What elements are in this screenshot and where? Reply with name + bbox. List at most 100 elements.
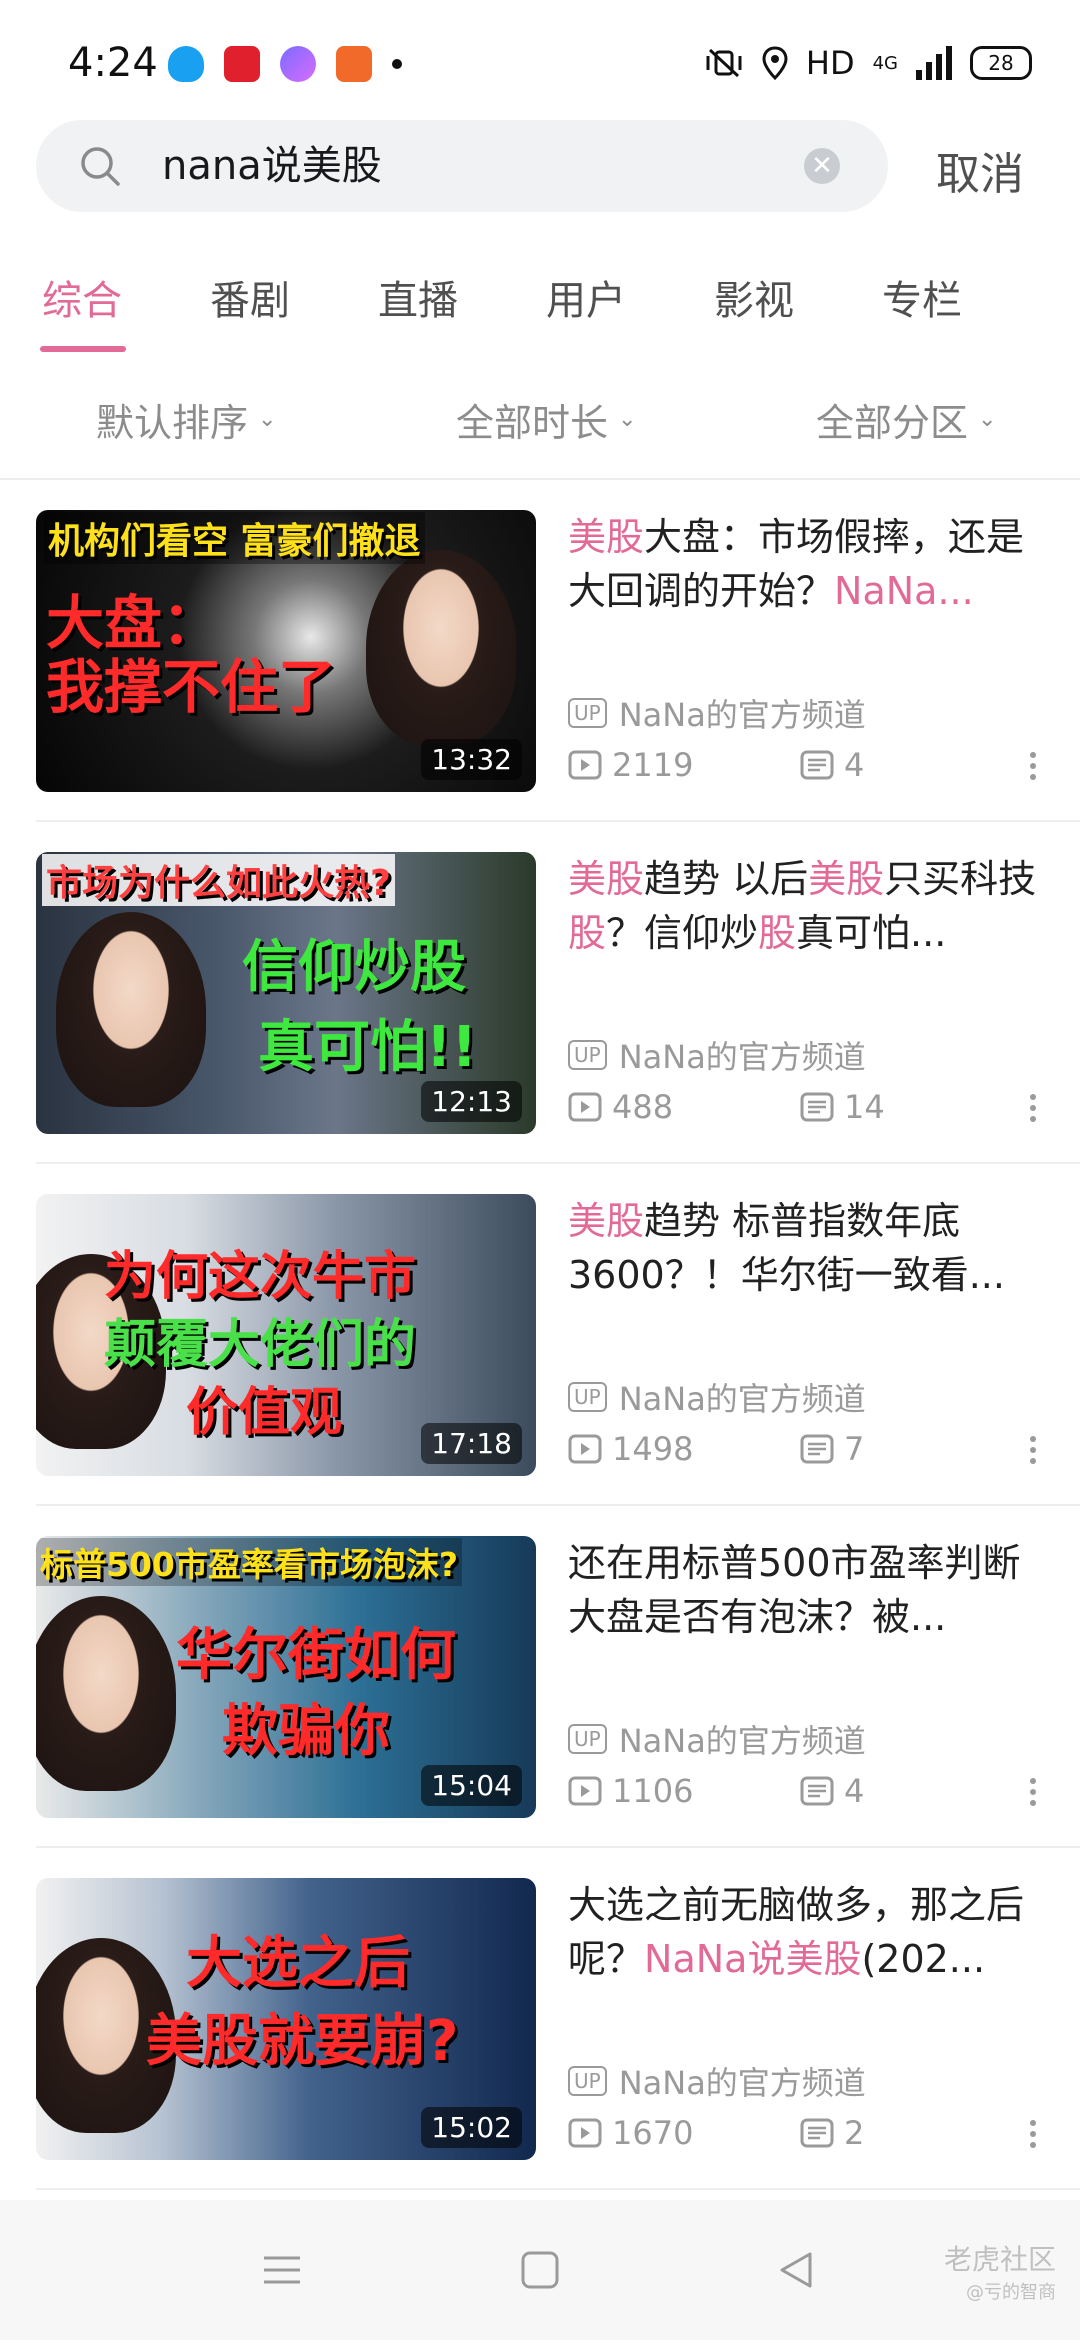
danmaku-icon	[800, 1092, 834, 1122]
system-nav-bar	[0, 2200, 1080, 2340]
video-title[interactable]: 还在用标普500市盈率判断大盘是否有泡沫？被...	[568, 1536, 1048, 1644]
danmaku-count-value: 4	[844, 1772, 865, 1810]
category-filter[interactable]: 全部分区 ⌄	[816, 392, 996, 447]
view-count: 1670	[568, 2114, 693, 2152]
more-options-icon[interactable]	[1018, 746, 1048, 786]
video-title[interactable]: 美股大盘：市场假摔，还是大回调的开始？NaNa...	[568, 510, 1048, 618]
video-duration: 15:02	[421, 2107, 522, 2148]
danmaku-icon	[800, 750, 834, 780]
uploader-line[interactable]: UP NaNa的官方频道	[568, 690, 866, 736]
network-type: 4G	[872, 52, 898, 74]
tab-live[interactable]: 直播	[378, 268, 458, 326]
thumbnail-caption: 华尔街如何	[176, 1623, 456, 1688]
search-input[interactable]: nana说美股 ✕	[36, 120, 888, 212]
danmaku-count-value: 7	[844, 1430, 865, 1468]
more-options-icon[interactable]	[1018, 1088, 1048, 1128]
tab-bangumi[interactable]: 番剧	[210, 268, 290, 326]
video-thumbnail[interactable]: 机构们看空 富豪们撤退 大盘： 我撑不住了 13:32	[36, 510, 536, 792]
view-count: 1106	[568, 1772, 693, 1810]
up-tag-icon: UP	[568, 1040, 607, 1070]
video-title[interactable]: 美股趋势 以后美股只买科技股？信仰炒股真可怕...	[568, 852, 1048, 960]
home-icon[interactable]	[520, 2250, 560, 2290]
tab-users[interactable]: 用户	[546, 268, 626, 326]
result-type-tabs: 综合 番剧 直播 用户 影视 专栏	[0, 268, 1080, 360]
video-duration: 17:18	[421, 1423, 522, 1464]
thumbnail-caption: 机构们看空 富豪们撤退	[44, 512, 425, 564]
cancel-button[interactable]: 取消	[936, 138, 1024, 202]
more-options-icon[interactable]	[1018, 1772, 1048, 1812]
highlighted-keyword: 美股	[568, 1199, 645, 1243]
danmaku-count-value: 14	[844, 1088, 885, 1126]
thumbnail-caption: 为何这次牛市	[104, 1247, 417, 1307]
clear-search-icon[interactable]: ✕	[804, 148, 840, 184]
thumbnail-caption: 标普500市盈率看市场泡沫?	[36, 1538, 463, 1586]
result-divider	[36, 1162, 1080, 1164]
up-tag-icon: UP	[568, 1382, 607, 1412]
uploader-line[interactable]: UP NaNa的官方频道	[568, 1374, 866, 1420]
uploader-name: NaNa的官方频道	[618, 1380, 866, 1418]
title-text: ？信仰炒	[606, 911, 759, 955]
highlighted-keyword: 股	[758, 911, 797, 955]
watermark: 老虎社区 @亏的智商	[944, 2238, 1056, 2304]
system-icons: HD 4G 28	[704, 44, 1032, 82]
notification-icons	[168, 46, 402, 82]
video-thumbnail[interactable]: 大选之后 美股就要崩? 15:02	[36, 1878, 536, 2160]
uploader-line[interactable]: UP NaNa的官方频道	[568, 1032, 866, 1078]
mute-vibrate-icon	[706, 48, 742, 78]
active-tab-indicator	[40, 346, 126, 352]
result-item[interactable]: 市场为什么如此火热? 信仰炒股 真可怕!! 12:13 美股趋势 以后美股只买科技股？信…	[0, 852, 1080, 1194]
result-item[interactable]: 标普500市盈率看市场泡沫? 华尔街如何 欺骗你 15:04 还在用标普500市盈率判断…	[0, 1536, 1080, 1878]
sort-filter[interactable]: 默认排序 ⌄	[96, 392, 276, 447]
video-thumbnail[interactable]: 为何这次牛市 颠覆大佬们的 价值观 17:18	[36, 1194, 536, 1476]
duration-filter[interactable]: 全部时长 ⌄	[456, 392, 636, 447]
view-count-value: 1498	[612, 1430, 694, 1468]
tab-all[interactable]: 综合	[42, 268, 122, 326]
battery-icon: 28	[970, 46, 1032, 80]
result-item[interactable]: 机构们看空 富豪们撤退 大盘： 我撑不住了 13:32 美股大盘：市场假摔，还是大回调的…	[0, 510, 1080, 852]
hd-indicator: HD	[805, 44, 855, 82]
video-stats: 488 14	[568, 1088, 1048, 1128]
video-title[interactable]: 大选之前无脑做多，那之后呢？NaNa说美股(202...	[568, 1878, 1048, 1986]
play-count-icon	[568, 2118, 602, 2148]
result-item[interactable]: 大选之后 美股就要崩? 15:02 大选之前无脑做多，那之后呢？NaNa说美股(202…	[0, 1878, 1080, 2220]
video-title[interactable]: 美股趋势 标普指数年底3600？！华尔街一致看...	[568, 1194, 1048, 1302]
thumbnail-caption: 信仰炒股	[242, 935, 466, 1000]
host-portrait	[36, 1596, 176, 1791]
danmaku-count-value: 2	[844, 2114, 865, 2152]
danmaku-icon	[800, 1776, 834, 1806]
result-divider	[36, 2188, 1080, 2190]
video-duration: 15:04	[421, 1765, 522, 1806]
uploader-line[interactable]: UP NaNa的官方频道	[568, 1716, 866, 1762]
tab-movies[interactable]: 影视	[714, 268, 794, 326]
video-stats: 1670 2	[568, 2114, 1048, 2154]
highlighted-keyword: 美股	[808, 857, 885, 901]
result-item[interactable]: 为何这次牛市 颠覆大佬们的 价值观 17:18 美股趋势 标普指数年底3600？！华尔街…	[0, 1194, 1080, 1536]
app-notification-icon	[224, 46, 260, 82]
video-duration: 12:13	[421, 1081, 522, 1122]
up-tag-icon: UP	[568, 698, 607, 728]
tab-articles[interactable]: 专栏	[882, 268, 962, 326]
danmaku-icon	[800, 2118, 834, 2148]
thumbnail-caption: 大选之后	[186, 1931, 410, 1996]
play-count-icon	[568, 750, 602, 780]
back-icon[interactable]	[776, 2250, 816, 2290]
duration-filter-label: 全部时长	[456, 401, 609, 445]
thumbnail-caption: 我撑不住了	[46, 653, 337, 721]
up-tag-icon: UP	[568, 2066, 607, 2096]
search-query[interactable]: nana说美股	[162, 138, 382, 194]
more-options-icon[interactable]	[1018, 1430, 1048, 1470]
sort-filter-label: 默认排序	[96, 401, 249, 445]
video-thumbnail[interactable]: 标普500市盈率看市场泡沫? 华尔街如何 欺骗你 15:04	[36, 1536, 536, 1818]
thumbnail-caption: 价值观	[186, 1383, 343, 1443]
danmaku-count: 14	[800, 1088, 885, 1126]
uploader-line[interactable]: UP NaNa的官方频道	[568, 2058, 866, 2104]
view-count: 488	[568, 1088, 673, 1126]
uploader-name: NaNa的官方频道	[618, 1722, 866, 1760]
danmaku-count: 4	[800, 746, 864, 784]
menu-icon[interactable]	[262, 2250, 302, 2290]
result-divider	[36, 1504, 1080, 1506]
highlighted-keyword: 美股	[568, 515, 645, 559]
video-thumbnail[interactable]: 市场为什么如此火热? 信仰炒股 真可怕!! 12:13	[36, 852, 536, 1134]
more-options-icon[interactable]	[1018, 2114, 1048, 2154]
qq-notification-icon	[168, 46, 204, 82]
